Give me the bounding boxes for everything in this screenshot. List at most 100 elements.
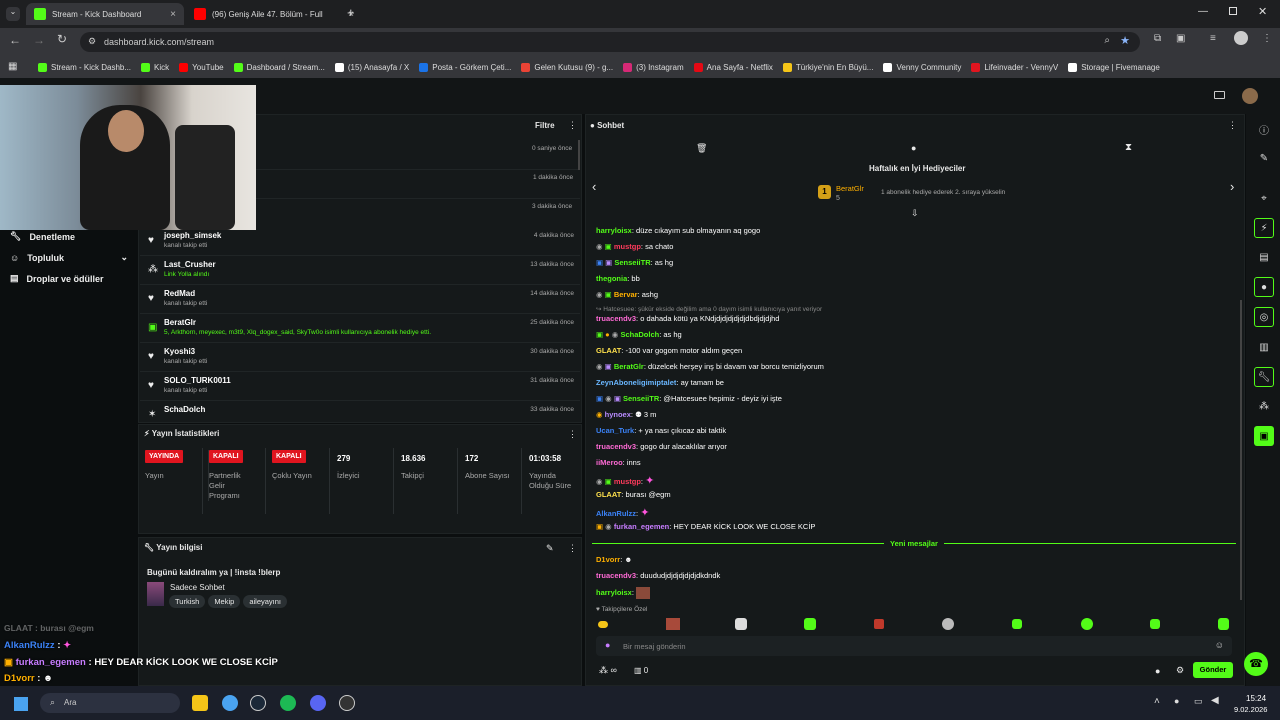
- gear-icon[interactable]: ⚙: [1176, 665, 1184, 676]
- layout-icon[interactable]: [1214, 91, 1225, 99]
- activity-scrollbar[interactable]: [578, 140, 580, 170]
- tag-chip[interactable]: Mekip: [208, 595, 241, 608]
- chat-bubble-icon[interactable]: ●: [1254, 277, 1274, 297]
- chat-username[interactable]: truacendv3: [596, 571, 636, 580]
- bookmark-star-icon[interactable]: ★: [1120, 34, 1130, 47]
- network-icon[interactable]: ▭: [1194, 696, 1203, 707]
- info-icon[interactable]: ⓘ: [1254, 119, 1274, 139]
- edit-icon[interactable]: ✎: [1254, 148, 1274, 168]
- new-tab-button[interactable]: +: [347, 5, 355, 20]
- reading-list-icon[interactable]: ≡: [1210, 33, 1216, 44]
- game-icon[interactable]: ▣: [1254, 426, 1274, 446]
- bookmark-item[interactable]: Venny Community: [883, 62, 961, 72]
- spotify-icon[interactable]: [280, 695, 296, 711]
- emote-icon[interactable]: [1081, 618, 1093, 630]
- emote-icon[interactable]: [735, 618, 747, 630]
- hourglass-icon[interactable]: ⧗: [1125, 142, 1132, 153]
- sidebar-item-droplar[interactable]: ▤ Droplar ve ödüller: [10, 273, 104, 284]
- bookmark-item[interactable]: Dashboard / Stream...: [233, 62, 325, 72]
- taskbar-search[interactable]: ⌕ Ara: [40, 693, 180, 713]
- chat-username[interactable]: iiMeroo: [596, 458, 623, 467]
- microphone-icon[interactable]: ●: [1174, 696, 1179, 706]
- chat-username[interactable]: Bervar: [614, 290, 638, 299]
- bookmark-item[interactable]: Gelen Kutusu (9) - g...: [521, 62, 613, 72]
- viewer-setting[interactable]: ⁂ ∞: [599, 665, 617, 676]
- layers-icon[interactable]: ▥: [1254, 337, 1274, 357]
- activity-item[interactable]: ♥ Kyoshi3 kanalı takip etti 30 dakika önce: [140, 343, 580, 372]
- chat-username[interactable]: truacendv3: [596, 442, 636, 451]
- bookmark-item[interactable]: Storage | Fivemanage: [1068, 62, 1160, 72]
- emote-icon[interactable]: [1150, 619, 1160, 629]
- tab-kick-dashboard[interactable]: Stream - Kick Dashboard ×: [26, 3, 184, 25]
- chat-username[interactable]: harryloisx: [596, 588, 632, 597]
- emoji-icon[interactable]: ☺: [1215, 640, 1224, 650]
- extensions-puzzle-icon[interactable]: ▣: [1176, 33, 1185, 44]
- support-chat-button[interactable]: ☎: [1244, 652, 1268, 676]
- chat-input[interactable]: ● Bir mesaj gönderin ☺: [596, 636, 1232, 656]
- bookmark-item[interactable]: YouTube: [179, 62, 224, 72]
- edit-icon[interactable]: ✎: [546, 543, 554, 554]
- url-input[interactable]: ⚙ dashboard.kick.com/stream ⌕ ★: [80, 32, 1140, 52]
- menu-icon[interactable]: ⋮: [1262, 33, 1272, 44]
- send-button[interactable]: Gönder: [1193, 662, 1233, 678]
- extension-icon[interactable]: ⧉: [1154, 33, 1161, 44]
- sidebar-item-denetleme[interactable]: 🔧︎ Denetleme: [10, 231, 75, 242]
- chat-username[interactable]: mustgp: [614, 477, 641, 486]
- close-tab-icon[interactable]: ×: [170, 9, 176, 20]
- activity-item[interactable]: ♥ RedMad kanalı takip etti 14 dakika önce: [140, 285, 580, 314]
- volume-icon[interactable]: ◀︎: [1211, 695, 1219, 706]
- user-avatar[interactable]: [1242, 88, 1258, 104]
- chevron-right-icon[interactable]: ›: [1230, 179, 1234, 194]
- more-options-icon[interactable]: ⋮: [568, 120, 577, 131]
- more-options-icon[interactable]: ⋮: [1228, 120, 1237, 131]
- broadcast-icon[interactable]: ◎: [1254, 307, 1274, 327]
- more-options-icon[interactable]: ⋮: [568, 429, 577, 440]
- obs-icon[interactable]: [339, 695, 355, 711]
- wrench-icon[interactable]: 🔧︎: [1254, 367, 1274, 387]
- tab-youtube[interactable]: (96) Geniş Aile 47. Bölüm - Full ×: [186, 3, 362, 25]
- activity-item[interactable]: ▣ BeratGlr 5, Arkthorn, meyexec, m3t9, Xlq…: [140, 314, 580, 343]
- trash-icon[interactable]: 🗑︎: [696, 143, 707, 154]
- back-icon[interactable]: ←: [9, 33, 21, 47]
- bookmark-item[interactable]: Ana Sayfa - Netflix: [693, 62, 773, 72]
- crosshair-icon[interactable]: ⌖: [1254, 188, 1274, 208]
- sidebar-item-topluluk[interactable]: ☺ Topluluk ⌄: [10, 252, 128, 263]
- bookmark-item[interactable]: Lifeinvader - VennyV: [971, 62, 1058, 72]
- bookmark-item[interactable]: Kick: [141, 62, 169, 72]
- chat-username[interactable]: harryloisx: [596, 226, 632, 235]
- clock-date[interactable]: 9.02.2026: [1234, 705, 1267, 714]
- chat-username[interactable]: thegonia: [596, 274, 627, 283]
- chat-username[interactable]: mustgp: [614, 242, 641, 251]
- tray-chevron-icon[interactable]: ˄: [1154, 696, 1160, 707]
- chat-username[interactable]: AlkanRulzz: [596, 509, 636, 518]
- activity-item[interactable]: ♥ SOLO_TURK0011 kanalı takip etti 31 dakika…: [140, 372, 580, 401]
- emote-icon[interactable]: [942, 618, 954, 630]
- chat-username[interactable]: GLAAT: [596, 490, 621, 499]
- apps-icon[interactable]: ▦: [8, 61, 17, 72]
- emote-icon[interactable]: [1218, 618, 1229, 630]
- file-explorer-icon[interactable]: [192, 695, 208, 711]
- close-window-icon[interactable]: ✕: [1258, 5, 1267, 18]
- more-options-icon[interactable]: ⋮: [568, 543, 577, 554]
- emote-icon[interactable]: [598, 621, 608, 628]
- emote-icon[interactable]: [1012, 619, 1022, 629]
- tag-chip[interactable]: Turkish: [169, 595, 206, 608]
- chat-username[interactable]: D1vorr: [596, 555, 620, 564]
- microphone-icon[interactable]: ●: [605, 640, 610, 650]
- clock-time[interactable]: 15:24: [1246, 694, 1266, 703]
- chat-username[interactable]: SenseiiTR: [614, 258, 650, 267]
- discord-icon[interactable]: [310, 695, 326, 711]
- bookmark-item[interactable]: Türkiye'nin En Büyü...: [782, 62, 873, 72]
- reload-icon[interactable]: ↻: [57, 32, 67, 46]
- chat-username[interactable]: ZeynAboneligimiptalet: [596, 378, 676, 387]
- chrome-icon[interactable]: [222, 695, 238, 711]
- chat-username[interactable]: Ucan_Turk: [596, 426, 634, 435]
- chat-username[interactable]: truacendv3: [596, 314, 636, 323]
- lightning-icon[interactable]: ⚡︎: [1254, 218, 1274, 238]
- forward-icon[interactable]: →: [33, 33, 45, 47]
- bookmark-item[interactable]: (3) Instagram: [623, 62, 684, 72]
- collapse-icon[interactable]: ⇩: [911, 208, 919, 219]
- tab-list-button[interactable]: ⌄: [6, 7, 20, 21]
- document-icon[interactable]: ▤: [1254, 247, 1274, 267]
- people-icon[interactable]: ⁂: [1254, 396, 1274, 416]
